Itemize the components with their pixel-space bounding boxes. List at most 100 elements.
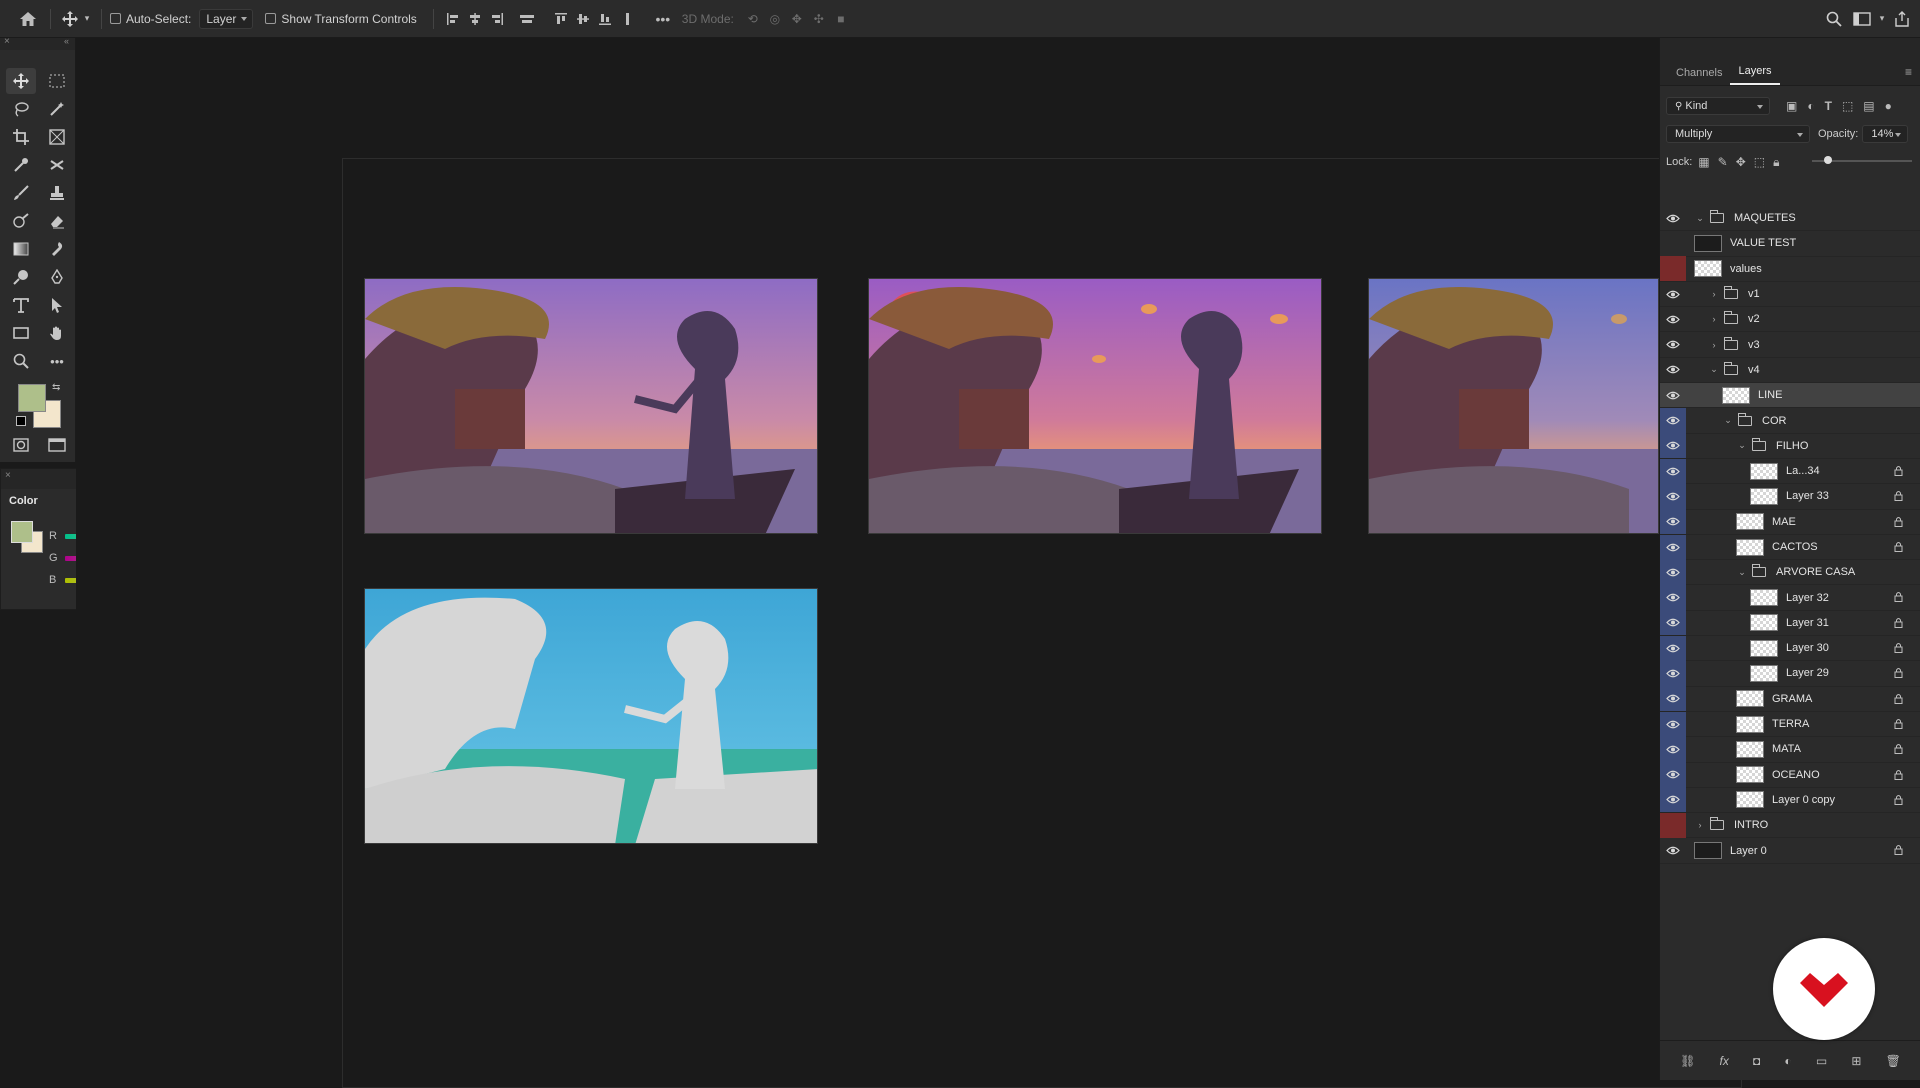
add-mask-icon[interactable]: ◘ xyxy=(1753,1054,1760,1068)
layer-row[interactable]: La...34 xyxy=(1660,458,1920,485)
workspace-icon[interactable] xyxy=(1848,8,1876,30)
layer-thumbnail[interactable] xyxy=(1736,513,1764,531)
lock-transparent-icon[interactable]: ▦ xyxy=(1698,155,1709,169)
tab-layers[interactable]: Layers xyxy=(1730,59,1780,85)
move-tool-icon[interactable] xyxy=(59,8,81,30)
artwork-value-test[interactable] xyxy=(364,588,818,844)
visibility-eye-icon[interactable] xyxy=(1660,307,1686,332)
layer-thumbnail[interactable] xyxy=(1736,538,1764,556)
layer-row[interactable]: CACTOS xyxy=(1660,534,1920,561)
layer-thumbnail[interactable] xyxy=(1736,740,1764,758)
default-colors-icon[interactable] xyxy=(16,416,26,426)
crop-tool-icon[interactable] xyxy=(6,124,36,150)
zoom-tool-icon[interactable] xyxy=(6,348,36,374)
opacity-slider-thumb[interactable] xyxy=(1824,156,1832,164)
distribute-vertical-icon[interactable] xyxy=(616,8,638,30)
filter-smart-object-icon[interactable]: ▤ xyxy=(1863,99,1874,113)
home-icon[interactable] xyxy=(14,8,42,30)
layer-row[interactable]: Layer 0 xyxy=(1660,838,1920,864)
3d-roll-icon[interactable]: ◎ xyxy=(764,8,786,30)
visibility-eye-icon[interactable] xyxy=(1660,838,1686,863)
lasso-tool-icon[interactable] xyxy=(6,96,36,122)
3d-orbit-icon[interactable]: ⟲ xyxy=(742,8,764,30)
filter-pixel-icon[interactable]: ▣ xyxy=(1786,99,1797,113)
type-tool-icon[interactable] xyxy=(6,292,36,318)
layer-group-row[interactable]: ⌄ MAQUETES xyxy=(1660,206,1920,232)
more-tools-icon[interactable]: ••• xyxy=(42,348,72,374)
dodge-tool-icon[interactable] xyxy=(6,264,36,290)
layer-thumbnail[interactable] xyxy=(1750,462,1778,480)
layer-row[interactable]: values xyxy=(1660,256,1920,282)
brush-tool-icon[interactable] xyxy=(6,180,36,206)
chevron-down-icon[interactable]: ⌄ xyxy=(1694,213,1706,224)
chevron-down-icon[interactable]: ⌄ xyxy=(1708,364,1720,375)
visibility-eye-icon[interactable] xyxy=(1660,610,1686,636)
align-right-icon[interactable] xyxy=(486,8,508,30)
layer-row[interactable]: Layer 29 xyxy=(1660,661,1920,687)
auto-select-checkbox[interactable]: Auto-Select: xyxy=(110,12,191,26)
layer-row[interactable]: OCEANO xyxy=(1660,762,1920,788)
layer-thumbnail[interactable] xyxy=(1750,614,1778,632)
quick-mask-icon[interactable] xyxy=(6,432,36,458)
visibility-eye-icon[interactable] xyxy=(1660,231,1686,256)
filter-adjustment-icon[interactable]: ◐ xyxy=(1807,99,1814,113)
3d-slide-icon[interactable]: ✣ xyxy=(808,8,830,30)
filter-toggle-icon[interactable]: ● xyxy=(1885,99,1892,113)
align-middle-icon[interactable] xyxy=(572,8,594,30)
visibility-eye-icon[interactable] xyxy=(1660,458,1686,484)
foreground-color-swatch[interactable] xyxy=(18,384,46,412)
eyedropper-tool-icon[interactable] xyxy=(6,152,36,178)
blend-mode-dropdown[interactable]: Multiply xyxy=(1666,125,1810,143)
checkbox-icon[interactable] xyxy=(110,13,121,24)
layer-style-icon[interactable]: fx xyxy=(1719,1054,1728,1068)
layer-group-row[interactable]: › v1 xyxy=(1660,282,1920,308)
layer-row[interactable]: TERRA xyxy=(1660,711,1920,738)
frame-tool-icon[interactable] xyxy=(42,124,72,150)
chevron-right-icon[interactable]: › xyxy=(1708,289,1720,299)
lock-artboard-icon[interactable]: ⬚ xyxy=(1754,155,1765,169)
layer-row[interactable]: GRAMA xyxy=(1660,686,1920,712)
3d-scale-icon[interactable]: ■ xyxy=(830,8,852,30)
chevron-down-icon[interactable]: ⌄ xyxy=(1736,440,1748,451)
screen-mode-icon[interactable] xyxy=(42,432,72,458)
chevron-right-icon[interactable]: › xyxy=(1708,314,1720,324)
history-brush-tool-icon[interactable] xyxy=(6,208,36,234)
checkbox-icon[interactable] xyxy=(265,13,277,24)
distribute-icon[interactable] xyxy=(516,8,538,30)
visibility-eye-icon[interactable] xyxy=(1660,534,1686,560)
layer-group-row[interactable]: ⌄ FILHO xyxy=(1660,433,1920,459)
chevron-right-icon[interactable]: › xyxy=(1708,340,1720,350)
link-layers-icon[interactable]: ⛓ xyxy=(1680,1054,1695,1068)
visibility-eye-icon[interactable] xyxy=(1660,256,1686,282)
pen-tool-icon[interactable] xyxy=(42,264,72,290)
close-icon[interactable]: × xyxy=(5,470,11,481)
layer-row[interactable]: Layer 30 xyxy=(1660,635,1920,662)
layer-row[interactable]: LINE xyxy=(1660,383,1920,409)
auto-select-target-dropdown[interactable]: Layer xyxy=(199,8,254,29)
layer-group-row[interactable]: › INTRO xyxy=(1660,812,1920,839)
layer-group-row[interactable]: › v2 xyxy=(1660,307,1920,333)
eraser-tool-icon[interactable] xyxy=(42,208,72,234)
layer-thumbnail[interactable] xyxy=(1750,664,1778,682)
layer-filter-kind-dropdown[interactable]: ⚲ Kind xyxy=(1666,97,1770,115)
move-tool-icon[interactable] xyxy=(6,68,36,94)
visibility-eye-icon[interactable] xyxy=(1660,585,1686,611)
layer-thumbnail[interactable] xyxy=(1736,715,1764,733)
chevron-down-icon[interactable]: ▾ xyxy=(81,8,93,30)
layer-thumbnail[interactable] xyxy=(1750,487,1778,505)
lock-image-icon[interactable]: ✎ xyxy=(1718,155,1728,169)
lock-position-icon[interactable]: ✥ xyxy=(1736,155,1746,169)
filter-type-icon[interactable]: T xyxy=(1825,99,1832,113)
opacity-slider[interactable] xyxy=(1812,156,1912,164)
chevron-right-icon[interactable]: › xyxy=(1694,820,1706,830)
visibility-eye-icon[interactable] xyxy=(1660,332,1686,357)
layer-row[interactable]: Layer 0 copy xyxy=(1660,787,1920,814)
align-center-icon[interactable] xyxy=(464,8,486,30)
3d-pan-icon[interactable]: ✥ xyxy=(786,8,808,30)
visibility-eye-icon[interactable] xyxy=(1660,509,1686,535)
artwork-sunset-v3[interactable] xyxy=(1368,278,1659,534)
align-left-icon[interactable] xyxy=(442,8,464,30)
layer-thumbnail[interactable] xyxy=(1736,766,1764,784)
search-icon[interactable] xyxy=(1820,8,1848,30)
opacity-input[interactable]: 14% xyxy=(1862,125,1909,143)
